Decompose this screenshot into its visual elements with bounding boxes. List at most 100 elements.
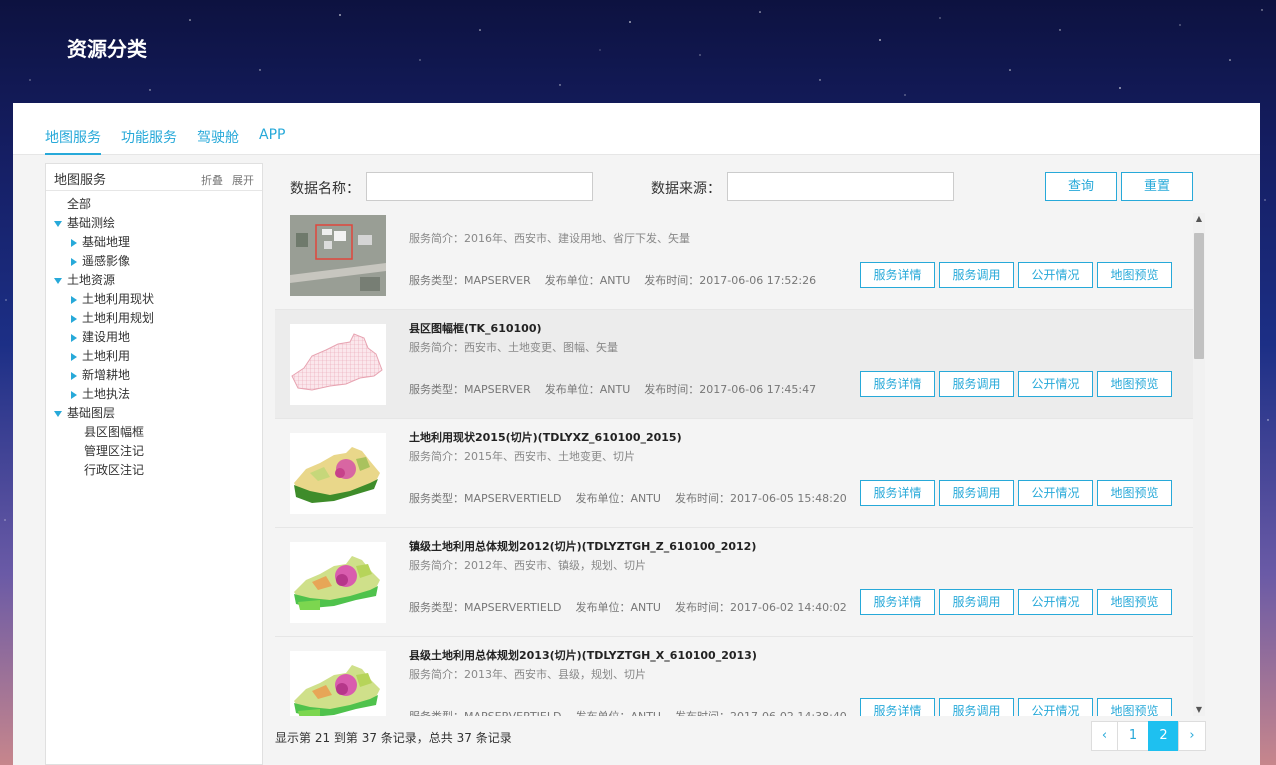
main-panel: 地图服务 功能服务 驾驶舱 APP 地图服务 折叠 展开 全部基础测绘 基础地理遥… [13,103,1260,765]
service-item[interactable]: 县级土地利用总体规划2013(切片)(TDLYZTGH_X_610100_201… [275,637,1193,716]
public-status-button[interactable]: 公开情况 [1018,698,1093,716]
list-scrollbar[interactable]: ▲ ▼ [1193,213,1205,716]
data-name-input[interactable] [366,172,593,201]
service-detail-button[interactable]: 服务详情 [860,480,935,506]
public-status-button[interactable]: 公开情况 [1018,262,1093,288]
tree-item[interactable]: 土地利用规划 [46,309,262,328]
tree-item[interactable]: 土地利用现状 [46,290,262,309]
publish-time: 发布时间：2017-06-05 15:48:20 [674,492,847,505]
tree-item[interactable]: 土地利用 [46,347,262,366]
tree-item-label: 全部 [67,197,92,211]
service-item[interactable]: 服务简介：2016年、西安市、建设用地、省厅下发、矢量 服务类型：MAPSERVE… [275,213,1193,310]
tree-item-label: 遥感影像 [82,254,131,268]
tree-item[interactable]: 行政区注记 [46,461,262,480]
map-preview-button[interactable]: 地图预览 [1097,480,1172,506]
service-thumbnail[interactable] [290,215,386,296]
query-button[interactable]: 查询 [1045,172,1117,201]
tree-item[interactable]: 基础图层 [46,404,262,423]
service-item[interactable]: 土地利用现状2015(切片)(TDLYXZ_610100_2015) 服务简介：2… [275,419,1193,528]
page-1-button[interactable]: 1 [1117,721,1149,751]
map-preview-button[interactable]: 地图预览 [1097,371,1172,397]
service-description: 服务简介：2013年、西安市、县级，规划、切片 [409,668,646,681]
service-type: 服务类型：MAPSERVERTIELD [409,492,562,505]
scroll-up-arrow-icon[interactable]: ▲ [1193,213,1205,225]
service-invoke-button[interactable]: 服务调用 [939,480,1014,506]
service-thumbnail[interactable] [290,433,386,514]
service-invoke-button[interactable]: 服务调用 [939,262,1014,288]
service-type: 服务类型：MAPSERVERTIELD [409,710,561,716]
publish-unit: 发布单位：ANTU [544,383,631,396]
service-title[interactable]: 镇级土地利用总体规划2012(切片)(TDLYZTGH_Z_610100_201… [409,538,756,554]
tree-item[interactable]: 土地资源 [46,271,262,290]
service-detail-button[interactable]: 服务详情 [860,589,935,615]
service-invoke-button[interactable]: 服务调用 [939,589,1014,615]
reset-button[interactable]: 重置 [1121,172,1193,201]
service-meta: 服务类型：MAPSERVERTIELD 发布单位：ANTU 发布时间：2017-06… [409,490,861,506]
service-thumbnail[interactable] [290,324,386,405]
tree-item[interactable]: 管理区注记 [46,442,262,461]
service-title[interactable]: 县区图幅框(TK_610100) [409,320,542,336]
scroll-thumb[interactable] [1194,233,1204,359]
tree-item[interactable]: 建设用地 [46,328,262,347]
collapsed-triangle-icon[interactable] [71,295,77,304]
expand-all-link[interactable]: 展开 [232,172,254,188]
tree-item-label: 基础图层 [67,406,116,420]
tab-map-services[interactable]: 地图服务 [45,127,101,155]
service-thumbnail[interactable] [290,542,386,623]
tree-item-label: 新增耕地 [82,368,131,382]
collapsed-triangle-icon[interactable] [71,257,77,266]
tree-item-label: 土地利用规划 [82,311,155,325]
tree-item[interactable]: 遥感影像 [46,252,262,271]
page-2-button[interactable]: 2 [1148,721,1179,751]
publish-time: 发布时间：2017-06-02 14:38:40 [675,710,847,716]
search-bar: 数据名称： 数据来源： 查询 重置 [275,163,1223,213]
scroll-down-arrow-icon[interactable]: ▼ [1193,704,1205,716]
expanded-triangle-icon[interactable] [54,220,62,227]
next-page-button[interactable]: › [1178,721,1206,751]
collapsed-triangle-icon[interactable] [71,314,77,323]
service-thumbnail[interactable] [290,651,386,716]
tree-item[interactable]: 新增耕地 [46,366,262,385]
tree-item-label: 建设用地 [82,330,131,344]
expanded-triangle-icon[interactable] [54,410,62,417]
service-invoke-button[interactable]: 服务调用 [939,371,1014,397]
publish-time: 发布时间：2017-06-06 17:52:26 [644,274,817,287]
data-name-label: 数据名称： [290,181,360,197]
public-status-button[interactable]: 公开情况 [1018,371,1093,397]
expanded-triangle-icon[interactable] [54,277,62,284]
map-preview-button[interactable]: 地图预览 [1097,589,1172,615]
tree-item[interactable]: 县区图幅框 [46,423,262,442]
prev-page-button[interactable]: ‹ [1091,721,1118,751]
map-preview-button[interactable]: 地图预览 [1097,698,1172,716]
collapsed-triangle-icon[interactable] [71,390,77,399]
tree-item[interactable]: 土地执法 [46,385,262,404]
collapsed-triangle-icon[interactable] [71,371,77,380]
tree-item[interactable]: 基础地理 [46,233,262,252]
tab-function-services[interactable]: 功能服务 [121,127,177,155]
service-meta: 服务类型：MAPSERVER 发布单位：ANTU 发布时间：2017-06-06 1… [409,381,830,397]
collapsed-triangle-icon[interactable] [71,333,77,342]
tab-app[interactable]: APP [259,127,285,155]
tree-item[interactable]: 全部 [46,195,262,214]
service-detail-button[interactable]: 服务详情 [860,698,935,716]
tree-item[interactable]: 基础测绘 [46,214,262,233]
service-title[interactable]: 土地利用现状2015(切片)(TDLYXZ_610100_2015) [409,429,682,445]
service-type: 服务类型：MAPSERVER [409,274,531,287]
public-status-button[interactable]: 公开情况 [1018,480,1093,506]
service-item[interactable]: 县区图幅框(TK_610100) 服务简介：西安市、土地变更、图幅、矢量 服务类型：… [275,310,1193,419]
service-detail-button[interactable]: 服务详情 [860,262,935,288]
collapse-all-link[interactable]: 折叠 [201,172,223,188]
data-source-input[interactable] [727,172,954,201]
publish-unit: 发布单位：ANTU [575,710,661,716]
public-status-button[interactable]: 公开情况 [1018,589,1093,615]
service-title[interactable]: 县级土地利用总体规划2013(切片)(TDLYZTGH_X_610100_201… [409,647,757,663]
service-detail-button[interactable]: 服务详情 [860,371,935,397]
service-item[interactable]: 镇级土地利用总体规划2012(切片)(TDLYZTGH_Z_610100_201… [275,528,1193,637]
service-invoke-button[interactable]: 服务调用 [939,698,1014,716]
collapsed-triangle-icon[interactable] [71,352,77,361]
map-preview-button[interactable]: 地图预览 [1097,262,1172,288]
tab-cockpit[interactable]: 驾驶舱 [197,127,239,155]
collapsed-triangle-icon[interactable] [71,238,77,247]
tree-title: 地图服务 [54,173,107,188]
service-meta: 服务类型：MAPSERVERTIELD 发布单位：ANTU 发布时间：2017-06… [409,708,861,716]
